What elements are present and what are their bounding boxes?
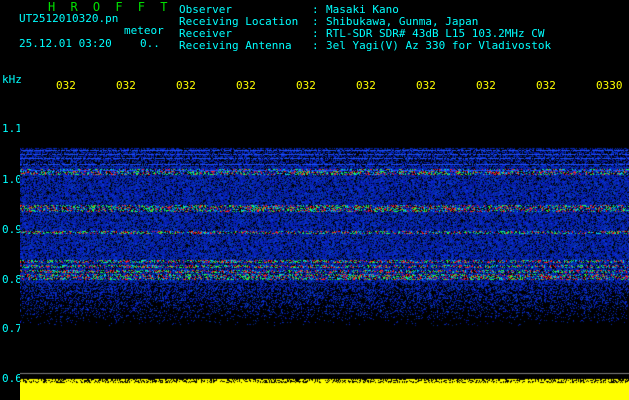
y-tick-label: 1.0 (2, 173, 22, 186)
file-name: UT2512010320.pn (19, 12, 119, 25)
x-tick-label: 032 (56, 79, 76, 92)
spectrogram-canvas (20, 96, 629, 400)
y-tick-label: 1.1 (2, 122, 22, 135)
meteor-label: meteor (124, 24, 164, 37)
x-tick-label: 032 (176, 79, 196, 92)
date-time: 25.12.01 03:20 (19, 37, 112, 50)
x-tick-label: 032 (476, 79, 496, 92)
x-tick-label: 032 (296, 79, 316, 92)
x-tick-label: 0330 (596, 79, 623, 92)
y-axis-unit: kHz (2, 73, 22, 86)
y-tick-label: 0.9 (2, 223, 22, 236)
y-tick-label: 0.6 (2, 372, 22, 385)
x-tick-label: 032 (116, 79, 136, 92)
x-tick-label: 032 (356, 79, 376, 92)
x-tick-label: 032 (536, 79, 556, 92)
y-tick-label: 0.7 (2, 322, 22, 335)
y-tick-label: 0.8 (2, 273, 22, 286)
info-key-antenna: Receiving Antenna (179, 39, 292, 52)
info-value-antenna: 3el Yagi(V) Az 330 for Vladivostok (326, 39, 552, 52)
x-tick-label: 032 (236, 79, 256, 92)
info-separator: : (312, 39, 319, 52)
meteor-count: 0.. (140, 37, 160, 50)
x-tick-label: 032 (416, 79, 436, 92)
